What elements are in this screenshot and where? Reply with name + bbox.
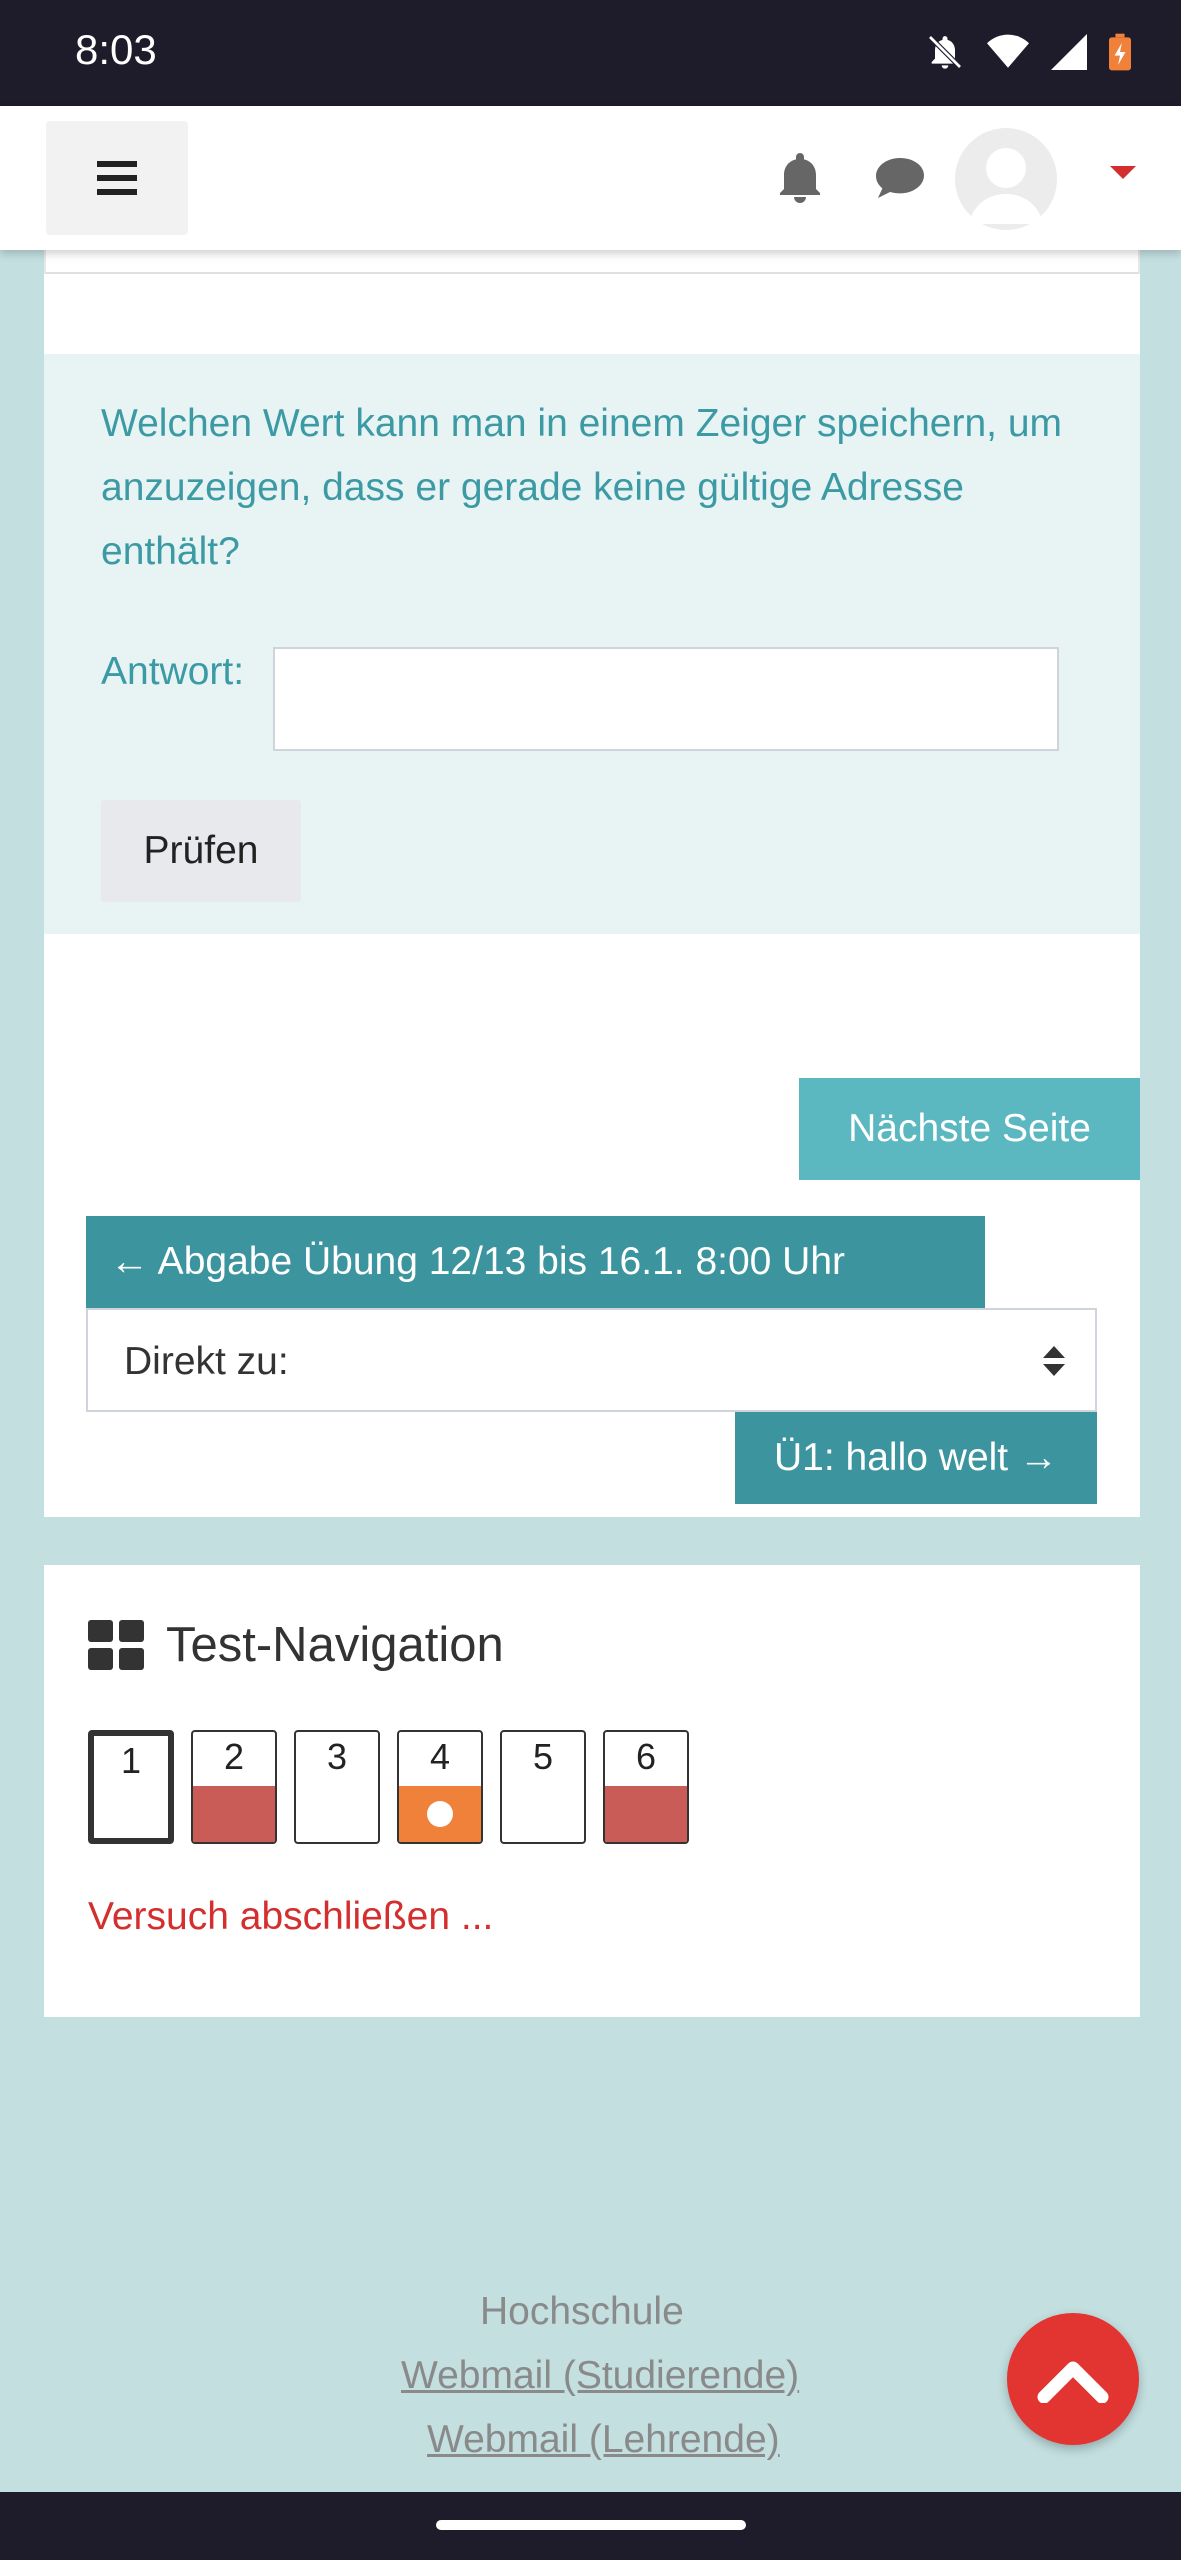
question-button-5[interactable]: 5 <box>500 1730 586 1844</box>
question-number: 3 <box>326 1736 348 1777</box>
finish-attempt-link[interactable]: Versuch abschließen ... <box>88 1895 493 1939</box>
answer-input[interactable] <box>273 647 1059 751</box>
user-avatar[interactable] <box>955 128 1057 230</box>
incorrect-indicator <box>605 1786 687 1842</box>
battery-charging-icon <box>1109 33 1131 71</box>
partially-correct-indicator <box>399 1786 481 1842</box>
quiz-page-card: Welchen Wert kann man in einem Zeiger sp… <box>44 250 1140 1517</box>
check-button[interactable]: Prüfen <box>101 800 301 902</box>
question-box: Welchen Wert kann man in einem Zeiger sp… <box>44 354 1140 934</box>
partial-dot-icon <box>427 1801 453 1827</box>
question-buttons: 1 2 3 4 5 6 <box>88 1730 689 1844</box>
avatar-icon <box>969 148 1043 224</box>
system-nav-bar <box>0 2492 1181 2560</box>
question-number: 1 <box>120 1740 142 1781</box>
previous-question-box <box>44 250 1140 274</box>
question-button-4[interactable]: 4 <box>397 1730 483 1844</box>
quiz-navigation-header: Test-Navigation <box>88 1617 504 1673</box>
wifi-icon <box>987 34 1029 68</box>
jump-to-select[interactable]: Direkt zu: <box>86 1308 1097 1412</box>
question-button-1[interactable]: 1 <box>88 1730 174 1844</box>
bell-off-icon <box>928 35 962 69</box>
footer-title: Hochschule <box>480 2290 684 2333</box>
next-activity-button[interactable]: Ü1: hallo welt → <box>735 1412 1097 1504</box>
menu-button[interactable] <box>46 121 188 235</box>
home-indicator[interactable] <box>436 2520 746 2530</box>
status-icons <box>925 32 1131 72</box>
question-button-3[interactable]: 3 <box>294 1730 380 1844</box>
bell-icon[interactable] <box>776 150 824 204</box>
answer-label: Antwort: <box>101 650 245 693</box>
app-header <box>0 106 1181 250</box>
webmail-staff-link[interactable]: Webmail (Lehrende) <box>427 2418 780 2462</box>
caret-down-icon[interactable] <box>1110 166 1136 179</box>
webmail-students-link[interactable]: Webmail (Studierende) <box>401 2354 799 2398</box>
quiz-navigation-block: Test-Navigation 1 2 3 4 5 6 Versuch absc… <box>44 1565 1140 2017</box>
question-number: 4 <box>429 1736 451 1777</box>
back-to-top-button[interactable] <box>1007 2313 1139 2445</box>
quiz-navigation-title: Test-Navigation <box>166 1618 504 1672</box>
grid-icon <box>88 1620 144 1670</box>
chevron-up-icon <box>1037 2361 1109 2403</box>
sort-arrows-icon <box>1043 1346 1065 1376</box>
next-page-button[interactable]: Nächste Seite <box>799 1078 1140 1180</box>
question-number: 2 <box>223 1736 245 1777</box>
question-text: Welchen Wert kann man in einem Zeiger sp… <box>101 402 1063 573</box>
status-bar: 8:03 <box>0 0 1181 106</box>
signal-icon <box>1051 34 1087 70</box>
question-number: 5 <box>532 1736 554 1777</box>
incorrect-indicator <box>193 1786 275 1842</box>
jump-to-label: Direkt zu: <box>124 1340 289 1383</box>
question-button-6[interactable]: 6 <box>603 1730 689 1844</box>
question-button-2[interactable]: 2 <box>191 1730 277 1844</box>
chat-bubble-icon[interactable] <box>874 156 926 200</box>
question-number: 6 <box>635 1736 657 1777</box>
status-time: 8:03 <box>75 26 157 73</box>
previous-activity-button[interactable]: ← Abgabe Übung 12/13 bis 16.1. 8:00 Uhr <box>86 1216 985 1308</box>
hamburger-menu-icon <box>97 161 137 195</box>
